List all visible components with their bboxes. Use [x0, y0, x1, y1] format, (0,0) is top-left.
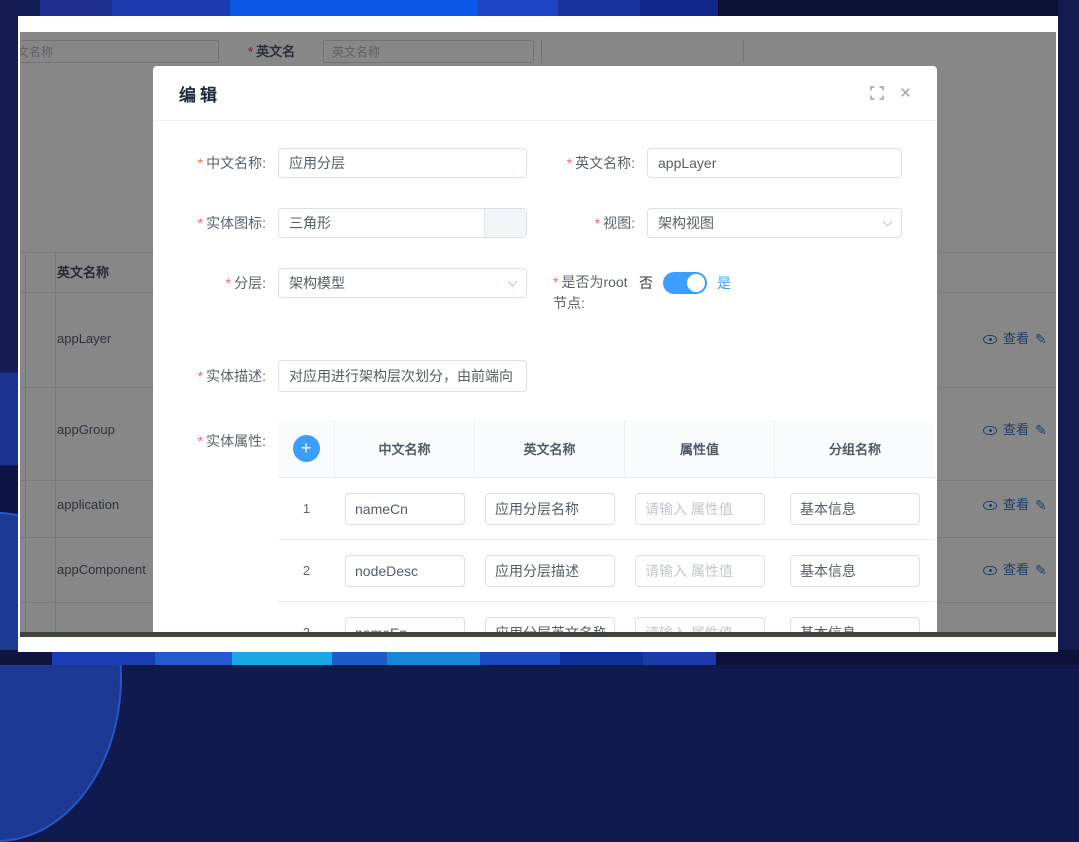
add-attribute-button[interactable]: + — [293, 435, 320, 462]
app-screenshot: *英文名 英文名称 appLayer appGroup application … — [20, 32, 1056, 632]
frame-top-stripe — [0, 0, 1079, 16]
attr-col-group: 分组名称 — [775, 420, 935, 477]
layer-select[interactable] — [278, 268, 527, 298]
required-asterisk: * — [595, 215, 600, 231]
attr-group-input[interactable] — [790, 617, 920, 633]
name-en-label: *英文名称: — [533, 148, 635, 178]
toggle-knob — [687, 274, 705, 292]
attr-value-input[interactable] — [635, 617, 765, 633]
row-index: 1 — [303, 501, 310, 516]
attr-en-input[interactable] — [485, 617, 615, 633]
required-asterisk: * — [198, 215, 203, 231]
edit-modal: 编辑 × *中文名称: *英文名称: — [153, 66, 937, 632]
view-label: *视图: — [533, 208, 635, 238]
attr-value-input[interactable] — [635, 555, 765, 587]
row-index: 2 — [303, 563, 310, 578]
view-select[interactable] — [647, 208, 902, 238]
entity-desc-label: *实体描述: — [153, 361, 266, 391]
attr-en-input[interactable] — [485, 555, 615, 587]
attr-table: + 中文名称 英文名称 属性值 分组名称 1 2 — [278, 420, 935, 632]
close-icon[interactable]: × — [900, 84, 911, 103]
attr-table-header: + 中文名称 英文名称 属性值 分组名称 — [278, 420, 935, 478]
row-index: 3 — [303, 625, 310, 632]
attr-cn-input[interactable] — [345, 617, 465, 633]
slide-canvas: *英文名 英文名称 appLayer appGroup application … — [18, 16, 1058, 652]
attr-col-name-cn: 中文名称 — [335, 420, 475, 477]
required-asterisk: * — [198, 155, 203, 171]
is-root-label: *是否为root节点: — [553, 272, 635, 314]
attr-table-row: 1 — [278, 478, 935, 540]
attr-en-input[interactable] — [485, 493, 615, 525]
modal-title: 编辑 — [179, 81, 221, 106]
entity-icon-label: *实体图标: — [153, 208, 266, 238]
attr-cn-input[interactable] — [345, 493, 465, 525]
attr-value-input[interactable] — [635, 493, 765, 525]
modal-header: 编辑 × — [153, 66, 937, 121]
screenshot-bottom-edge — [20, 632, 1056, 637]
required-asterisk: * — [198, 433, 203, 449]
layer-label: *分层: — [153, 268, 266, 298]
fullscreen-icon[interactable] — [870, 86, 884, 100]
frame-right-stripe — [1058, 0, 1079, 665]
switch-off-text: 否 — [639, 273, 653, 293]
required-asterisk: * — [198, 368, 203, 384]
attr-col-name-en: 英文名称 — [475, 420, 625, 477]
entity-desc-input[interactable] — [278, 360, 527, 392]
attr-group-input[interactable] — [790, 493, 920, 525]
attr-cn-input[interactable] — [345, 555, 465, 587]
required-asterisk: * — [226, 275, 231, 291]
switch-on-text: 是 — [717, 273, 731, 293]
required-asterisk: * — [567, 155, 572, 171]
frame-bottom-stripe — [0, 650, 1079, 665]
name-cn-label: *中文名称: — [153, 148, 266, 178]
required-asterisk: * — [553, 274, 558, 290]
name-en-input[interactable] — [647, 148, 902, 178]
attr-group-input[interactable] — [790, 555, 920, 587]
entity-attrs-label: *实体属性: — [153, 426, 266, 456]
name-cn-input[interactable] — [278, 148, 527, 178]
is-root-toggle[interactable] — [663, 272, 707, 294]
icon-picker-button[interactable] — [484, 209, 526, 237]
attr-table-row: 3 — [278, 602, 935, 632]
attr-col-value: 属性值 — [625, 420, 775, 477]
attr-table-row: 2 — [278, 540, 935, 602]
